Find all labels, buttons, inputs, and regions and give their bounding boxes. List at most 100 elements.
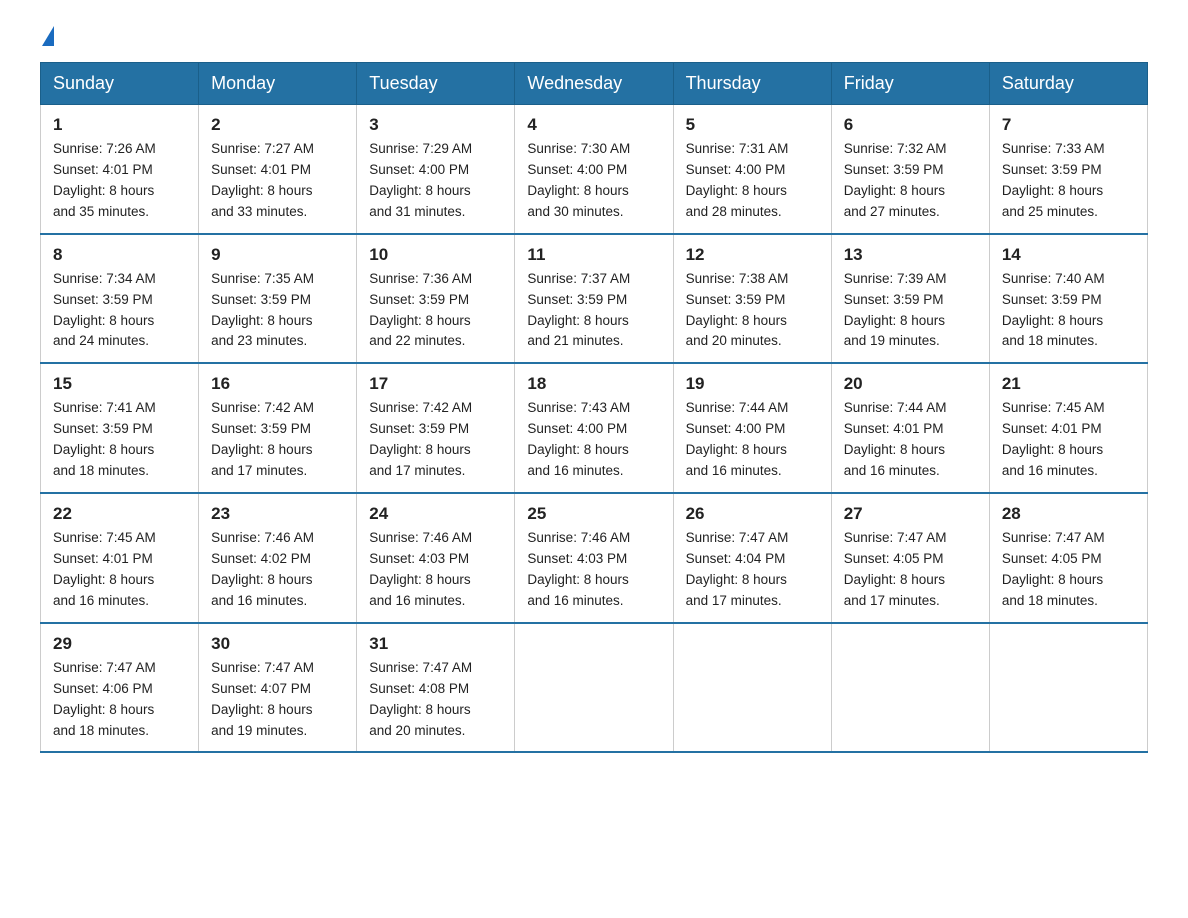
day-number: 23 <box>211 504 344 524</box>
day-info: Sunrise: 7:44 AM Sunset: 4:00 PM Dayligh… <box>686 398 819 482</box>
day-number: 8 <box>53 245 186 265</box>
calendar-cell: 1 Sunrise: 7:26 AM Sunset: 4:01 PM Dayli… <box>41 105 199 234</box>
calendar-cell: 30 Sunrise: 7:47 AM Sunset: 4:07 PM Dayl… <box>199 623 357 753</box>
day-info: Sunrise: 7:29 AM Sunset: 4:00 PM Dayligh… <box>369 139 502 223</box>
day-info: Sunrise: 7:36 AM Sunset: 3:59 PM Dayligh… <box>369 269 502 353</box>
calendar-cell: 16 Sunrise: 7:42 AM Sunset: 3:59 PM Dayl… <box>199 363 357 493</box>
day-info: Sunrise: 7:43 AM Sunset: 4:00 PM Dayligh… <box>527 398 660 482</box>
day-number: 17 <box>369 374 502 394</box>
calendar-cell: 8 Sunrise: 7:34 AM Sunset: 3:59 PM Dayli… <box>41 234 199 364</box>
day-info: Sunrise: 7:30 AM Sunset: 4:00 PM Dayligh… <box>527 139 660 223</box>
day-number: 14 <box>1002 245 1135 265</box>
calendar-cell: 13 Sunrise: 7:39 AM Sunset: 3:59 PM Dayl… <box>831 234 989 364</box>
day-info: Sunrise: 7:33 AM Sunset: 3:59 PM Dayligh… <box>1002 139 1135 223</box>
logo <box>40 30 54 42</box>
day-info: Sunrise: 7:39 AM Sunset: 3:59 PM Dayligh… <box>844 269 977 353</box>
day-info: Sunrise: 7:45 AM Sunset: 4:01 PM Dayligh… <box>53 528 186 612</box>
calendar-cell: 10 Sunrise: 7:36 AM Sunset: 3:59 PM Dayl… <box>357 234 515 364</box>
day-number: 26 <box>686 504 819 524</box>
calendar-cell: 6 Sunrise: 7:32 AM Sunset: 3:59 PM Dayli… <box>831 105 989 234</box>
calendar-table: SundayMondayTuesdayWednesdayThursdayFrid… <box>40 62 1148 753</box>
day-number: 12 <box>686 245 819 265</box>
calendar-cell: 15 Sunrise: 7:41 AM Sunset: 3:59 PM Dayl… <box>41 363 199 493</box>
calendar-cell: 14 Sunrise: 7:40 AM Sunset: 3:59 PM Dayl… <box>989 234 1147 364</box>
day-info: Sunrise: 7:47 AM Sunset: 4:06 PM Dayligh… <box>53 658 186 742</box>
calendar-cell: 25 Sunrise: 7:46 AM Sunset: 4:03 PM Dayl… <box>515 493 673 623</box>
day-info: Sunrise: 7:46 AM Sunset: 4:03 PM Dayligh… <box>527 528 660 612</box>
day-number: 19 <box>686 374 819 394</box>
day-info: Sunrise: 7:47 AM Sunset: 4:05 PM Dayligh… <box>1002 528 1135 612</box>
day-number: 11 <box>527 245 660 265</box>
header-wednesday: Wednesday <box>515 63 673 105</box>
day-number: 7 <box>1002 115 1135 135</box>
day-info: Sunrise: 7:35 AM Sunset: 3:59 PM Dayligh… <box>211 269 344 353</box>
day-number: 30 <box>211 634 344 654</box>
page-header <box>40 30 1148 42</box>
calendar-cell: 17 Sunrise: 7:42 AM Sunset: 3:59 PM Dayl… <box>357 363 515 493</box>
day-number: 18 <box>527 374 660 394</box>
day-info: Sunrise: 7:46 AM Sunset: 4:03 PM Dayligh… <box>369 528 502 612</box>
calendar-cell: 5 Sunrise: 7:31 AM Sunset: 4:00 PM Dayli… <box>673 105 831 234</box>
header-saturday: Saturday <box>989 63 1147 105</box>
header-tuesday: Tuesday <box>357 63 515 105</box>
calendar-cell: 19 Sunrise: 7:44 AM Sunset: 4:00 PM Dayl… <box>673 363 831 493</box>
calendar-cell: 7 Sunrise: 7:33 AM Sunset: 3:59 PM Dayli… <box>989 105 1147 234</box>
day-number: 28 <box>1002 504 1135 524</box>
calendar-week-row: 29 Sunrise: 7:47 AM Sunset: 4:06 PM Dayl… <box>41 623 1148 753</box>
calendar-cell: 4 Sunrise: 7:30 AM Sunset: 4:00 PM Dayli… <box>515 105 673 234</box>
header-friday: Friday <box>831 63 989 105</box>
calendar-cell: 22 Sunrise: 7:45 AM Sunset: 4:01 PM Dayl… <box>41 493 199 623</box>
calendar-cell: 21 Sunrise: 7:45 AM Sunset: 4:01 PM Dayl… <box>989 363 1147 493</box>
day-number: 24 <box>369 504 502 524</box>
day-info: Sunrise: 7:27 AM Sunset: 4:01 PM Dayligh… <box>211 139 344 223</box>
calendar-cell <box>515 623 673 753</box>
day-info: Sunrise: 7:41 AM Sunset: 3:59 PM Dayligh… <box>53 398 186 482</box>
day-number: 1 <box>53 115 186 135</box>
logo-triangle-icon <box>42 26 54 46</box>
calendar-header-row: SundayMondayTuesdayWednesdayThursdayFrid… <box>41 63 1148 105</box>
calendar-cell: 31 Sunrise: 7:47 AM Sunset: 4:08 PM Dayl… <box>357 623 515 753</box>
day-number: 9 <box>211 245 344 265</box>
day-number: 27 <box>844 504 977 524</box>
day-info: Sunrise: 7:37 AM Sunset: 3:59 PM Dayligh… <box>527 269 660 353</box>
calendar-cell: 18 Sunrise: 7:43 AM Sunset: 4:00 PM Dayl… <box>515 363 673 493</box>
day-info: Sunrise: 7:32 AM Sunset: 3:59 PM Dayligh… <box>844 139 977 223</box>
day-info: Sunrise: 7:26 AM Sunset: 4:01 PM Dayligh… <box>53 139 186 223</box>
day-number: 6 <box>844 115 977 135</box>
day-number: 13 <box>844 245 977 265</box>
day-info: Sunrise: 7:47 AM Sunset: 4:05 PM Dayligh… <box>844 528 977 612</box>
day-number: 4 <box>527 115 660 135</box>
calendar-cell <box>673 623 831 753</box>
day-number: 2 <box>211 115 344 135</box>
calendar-cell <box>989 623 1147 753</box>
header-thursday: Thursday <box>673 63 831 105</box>
day-number: 22 <box>53 504 186 524</box>
day-info: Sunrise: 7:31 AM Sunset: 4:00 PM Dayligh… <box>686 139 819 223</box>
day-number: 20 <box>844 374 977 394</box>
calendar-cell: 24 Sunrise: 7:46 AM Sunset: 4:03 PM Dayl… <box>357 493 515 623</box>
calendar-cell: 20 Sunrise: 7:44 AM Sunset: 4:01 PM Dayl… <box>831 363 989 493</box>
day-number: 15 <box>53 374 186 394</box>
day-number: 5 <box>686 115 819 135</box>
calendar-cell: 28 Sunrise: 7:47 AM Sunset: 4:05 PM Dayl… <box>989 493 1147 623</box>
calendar-week-row: 22 Sunrise: 7:45 AM Sunset: 4:01 PM Dayl… <box>41 493 1148 623</box>
calendar-week-row: 8 Sunrise: 7:34 AM Sunset: 3:59 PM Dayli… <box>41 234 1148 364</box>
day-info: Sunrise: 7:46 AM Sunset: 4:02 PM Dayligh… <box>211 528 344 612</box>
day-info: Sunrise: 7:47 AM Sunset: 4:07 PM Dayligh… <box>211 658 344 742</box>
day-number: 10 <box>369 245 502 265</box>
calendar-cell: 9 Sunrise: 7:35 AM Sunset: 3:59 PM Dayli… <box>199 234 357 364</box>
day-number: 29 <box>53 634 186 654</box>
calendar-cell <box>831 623 989 753</box>
day-info: Sunrise: 7:38 AM Sunset: 3:59 PM Dayligh… <box>686 269 819 353</box>
day-info: Sunrise: 7:44 AM Sunset: 4:01 PM Dayligh… <box>844 398 977 482</box>
day-info: Sunrise: 7:42 AM Sunset: 3:59 PM Dayligh… <box>369 398 502 482</box>
day-number: 25 <box>527 504 660 524</box>
day-number: 16 <box>211 374 344 394</box>
day-info: Sunrise: 7:42 AM Sunset: 3:59 PM Dayligh… <box>211 398 344 482</box>
day-info: Sunrise: 7:34 AM Sunset: 3:59 PM Dayligh… <box>53 269 186 353</box>
header-sunday: Sunday <box>41 63 199 105</box>
calendar-cell: 11 Sunrise: 7:37 AM Sunset: 3:59 PM Dayl… <box>515 234 673 364</box>
header-monday: Monday <box>199 63 357 105</box>
calendar-cell: 2 Sunrise: 7:27 AM Sunset: 4:01 PM Dayli… <box>199 105 357 234</box>
calendar-week-row: 1 Sunrise: 7:26 AM Sunset: 4:01 PM Dayli… <box>41 105 1148 234</box>
